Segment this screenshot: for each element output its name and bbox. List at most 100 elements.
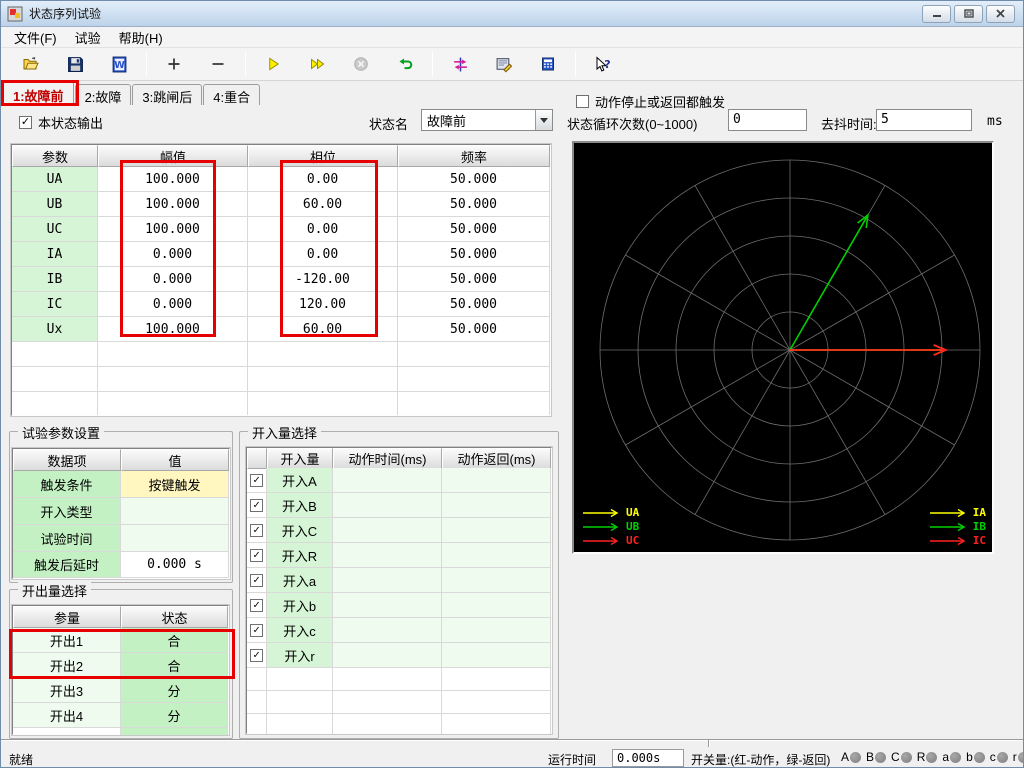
amplitude-cell[interactable]: 0.000: [98, 292, 248, 317]
input-enable-checkbox[interactable]: [250, 598, 263, 612]
voltage-legend: UA UB UC: [582, 506, 639, 547]
act-return-cell[interactable]: [442, 643, 551, 668]
state-name-label: 状态名: [369, 117, 409, 132]
frequency-cell[interactable]: 50.000: [398, 217, 550, 242]
state-output-label: 本状态输出: [38, 116, 104, 131]
both-trigger-checkbox-box[interactable]: [576, 95, 589, 108]
led-dot: [950, 751, 962, 763]
phase-cell[interactable]: -120.00: [248, 267, 398, 292]
debounce-input[interactable]: 5: [876, 109, 972, 131]
phase-cell[interactable]: 60.00: [248, 317, 398, 342]
tab-state-1[interactable]: 1:故障前: [3, 81, 74, 105]
tab-state-4[interactable]: 4:重合: [203, 84, 261, 105]
col-header-acttime: 动作时间(ms): [333, 448, 442, 469]
stop-icon[interactable]: [348, 51, 374, 77]
frequency-cell[interactable]: 50.000: [398, 167, 550, 192]
phase-cell[interactable]: 0.00: [248, 167, 398, 192]
act-time-cell[interactable]: [333, 493, 442, 518]
input-enable-checkbox[interactable]: [250, 573, 263, 587]
menu-test[interactable]: 试验: [66, 26, 110, 49]
context-help-icon[interactable]: ?: [590, 51, 616, 77]
run-icon[interactable]: [260, 51, 286, 77]
input-enable-checkbox[interactable]: [250, 648, 263, 662]
act-time-cell[interactable]: [333, 518, 442, 543]
run-fast-icon[interactable]: [304, 51, 330, 77]
legend-arrow-icon: [583, 508, 619, 517]
close-button[interactable]: [986, 4, 1015, 23]
sync-output-icon[interactable]: [447, 51, 473, 77]
act-time-cell[interactable]: [333, 468, 442, 493]
frequency-cell[interactable]: 50.000: [398, 192, 550, 217]
title-bar: 状态序列试验: [1, 1, 1023, 27]
act-return-cell[interactable]: [442, 543, 551, 568]
window-title: 状态序列试验: [29, 7, 102, 21]
calculator-icon[interactable]: [535, 51, 561, 77]
maximize-button[interactable]: [954, 4, 983, 23]
legend-item-UB: UB: [582, 520, 639, 533]
act-return-cell[interactable]: [442, 468, 551, 493]
input-enable-checkbox[interactable]: [250, 548, 263, 562]
save-file-icon[interactable]: [62, 51, 88, 77]
output-state[interactable]: 合: [121, 628, 228, 653]
remove-state-icon[interactable]: [205, 51, 231, 77]
phase-cell[interactable]: 0.00: [248, 242, 398, 267]
amplitude-cell[interactable]: 0.000: [98, 267, 248, 292]
phase-cell[interactable]: 60.00: [248, 192, 398, 217]
phase-cell[interactable]: 120.00: [248, 292, 398, 317]
menu-file[interactable]: 文件(F): [5, 26, 66, 49]
open-file-icon[interactable]: [18, 51, 44, 77]
export-word-icon[interactable]: W: [106, 51, 132, 77]
param-name: UA: [12, 167, 98, 192]
act-return-cell[interactable]: [442, 518, 551, 543]
output-state[interactable]: 合: [121, 653, 228, 678]
act-return-cell[interactable]: [442, 568, 551, 593]
dataitem-value[interactable]: 按键触发: [121, 471, 229, 498]
input-enable-checkbox[interactable]: [250, 523, 263, 537]
legend-item-IC: IC: [929, 534, 986, 547]
add-state-icon[interactable]: [161, 51, 187, 77]
act-time-cell[interactable]: [333, 618, 442, 643]
amplitude-cell[interactable]: 100.000: [98, 217, 248, 242]
dataitem-value[interactable]: [121, 498, 229, 525]
act-return-cell[interactable]: [442, 493, 551, 518]
state-output-checkbox[interactable]: 本状态输出: [19, 113, 103, 132]
undo-icon[interactable]: [392, 51, 418, 77]
amplitude-cell[interactable]: 0.000: [98, 242, 248, 267]
act-return-cell[interactable]: [442, 593, 551, 618]
input-enable-checkbox[interactable]: [250, 623, 263, 637]
frequency-cell[interactable]: 50.000: [398, 317, 550, 342]
loop-count-input[interactable]: 0: [728, 109, 807, 131]
act-return-cell[interactable]: [442, 618, 551, 643]
output-state[interactable]: 分: [121, 678, 228, 703]
frequency-cell[interactable]: 50.000: [398, 242, 550, 267]
act-time-cell[interactable]: [333, 543, 442, 568]
output-state[interactable]: 分: [121, 703, 228, 728]
amplitude-cell[interactable]: 100.000: [98, 192, 248, 217]
dataitem-value[interactable]: [121, 525, 229, 552]
minimize-button[interactable]: [922, 4, 951, 23]
state-output-checkbox-box[interactable]: [19, 116, 32, 129]
input-enable-checkbox[interactable]: [250, 498, 263, 512]
both-trigger-checkbox[interactable]: 动作停止或返回都触发: [576, 92, 725, 111]
amplitude-cell[interactable]: 100.000: [98, 167, 248, 192]
menu-help[interactable]: 帮助(H): [110, 26, 172, 49]
state-name-select[interactable]: 故障前: [421, 109, 553, 131]
bottom-divider: [1, 739, 1023, 748]
act-time-cell[interactable]: [333, 568, 442, 593]
phase-cell[interactable]: 0.00: [248, 217, 398, 242]
tab-state-2[interactable]: 2:故障: [74, 84, 132, 105]
act-time-cell[interactable]: [333, 643, 442, 668]
svg-text:?: ?: [604, 58, 610, 71]
amplitude-cell[interactable]: 100.000: [98, 317, 248, 342]
tab-state-3[interactable]: 3:跳闸后: [132, 84, 203, 105]
chevron-down-icon[interactable]: [535, 110, 552, 130]
frequency-cell[interactable]: 50.000: [398, 292, 550, 317]
test-params-table: 数据项 值 触发条件 按键触发 开入类型 试验时间 触发后延时 0.000 s: [11, 447, 231, 580]
input-enable-checkbox[interactable]: [250, 473, 263, 487]
col-header-param: 参数: [12, 145, 98, 167]
report-icon[interactable]: [491, 51, 517, 77]
act-time-cell[interactable]: [333, 593, 442, 618]
dataitem-name: 触发条件: [13, 471, 121, 498]
frequency-cell[interactable]: 50.000: [398, 267, 550, 292]
dataitem-value[interactable]: 0.000 s: [121, 552, 229, 578]
